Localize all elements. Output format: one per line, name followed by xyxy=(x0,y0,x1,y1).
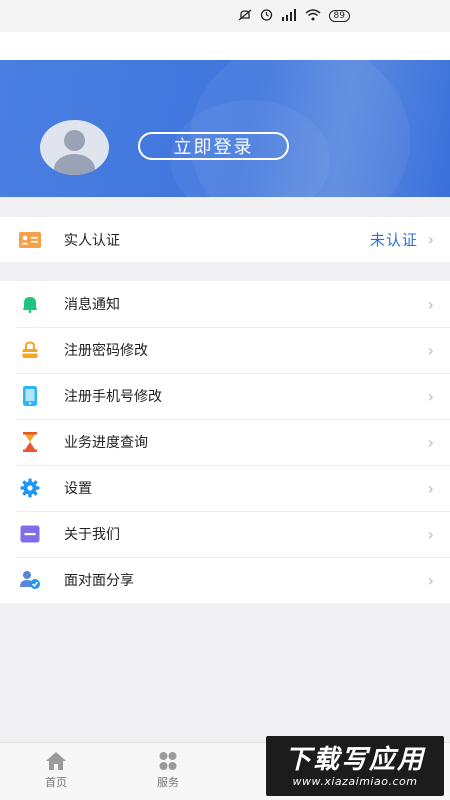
grid-icon xyxy=(156,750,180,772)
chevron-right-icon: › xyxy=(427,230,434,249)
menu-item-progress[interactable]: 业务进度查询 › xyxy=(0,419,450,465)
menu-item-settings[interactable]: 设置 › xyxy=(0,465,450,511)
tab-label: 首页 xyxy=(45,776,67,789)
avatar[interactable] xyxy=(40,120,109,175)
hourglass-icon xyxy=(18,430,42,454)
mute-icon xyxy=(238,9,252,24)
menu-item-share[interactable]: 面对面分享 › xyxy=(0,557,450,603)
watermark-text: 下载写应用 xyxy=(284,744,425,775)
chevron-right-icon: › xyxy=(427,294,434,314)
home-icon xyxy=(44,750,68,772)
avatar-head xyxy=(64,130,85,151)
chevron-right-icon: › xyxy=(427,524,434,544)
verify-label: 实人认证 xyxy=(64,232,120,249)
tab-service[interactable]: 服务 xyxy=(112,743,224,800)
menu-card: 消息通知 › 注册密码修改 › 注册手机号修改 › 业务进度查询 › 设置 › … xyxy=(0,281,450,603)
menu-item-phone[interactable]: 注册手机号修改 › xyxy=(0,373,450,419)
lock-icon xyxy=(18,338,42,362)
tab-label: 服务 xyxy=(157,776,179,789)
signal-icon xyxy=(281,8,297,24)
menu-item-label: 业务进度查询 xyxy=(64,435,148,451)
id-card-icon xyxy=(18,228,42,252)
title-bar xyxy=(0,32,450,60)
gear-icon xyxy=(18,476,42,500)
chevron-right-icon: › xyxy=(427,340,434,360)
menu-item-label: 注册手机号修改 xyxy=(64,389,162,405)
about-icon xyxy=(18,522,42,546)
watermark-url: www.xiazaimiao.com xyxy=(292,774,418,788)
alarm-icon xyxy=(260,8,273,24)
bell-icon xyxy=(18,292,42,316)
login-button[interactable]: 立即登录 xyxy=(138,132,289,160)
menu-item-label: 设置 xyxy=(64,481,92,497)
chevron-right-icon: › xyxy=(427,386,434,406)
chevron-right-icon: › xyxy=(427,478,434,498)
chevron-right-icon: › xyxy=(427,570,434,590)
profile-header: 立即登录 xyxy=(0,60,450,197)
phone-icon xyxy=(18,384,42,408)
menu-item-about[interactable]: 关于我们 › xyxy=(0,511,450,557)
status-bar: 89 xyxy=(0,0,450,32)
battery-indicator: 89 xyxy=(328,10,350,22)
verify-status: 未认证 xyxy=(369,231,418,249)
verify-row[interactable]: 实人认证 未认证 › xyxy=(0,217,450,262)
menu-item-notifications[interactable]: 消息通知 › xyxy=(0,281,450,327)
menu-item-label: 关于我们 xyxy=(64,527,120,543)
verify-card: 实人认证 未认证 › xyxy=(0,217,450,262)
chevron-right-icon: › xyxy=(427,432,434,452)
avatar-body xyxy=(54,154,95,175)
menu-item-label: 面对面分享 xyxy=(64,573,134,589)
menu-item-label: 注册密码修改 xyxy=(64,343,148,359)
share-user-icon xyxy=(18,568,42,592)
tab-home[interactable]: 首页 xyxy=(0,743,112,800)
watermark-logo: 下载写应用 www.xiazaimiao.com xyxy=(266,736,444,796)
menu-item-label: 消息通知 xyxy=(64,297,120,313)
menu-item-password[interactable]: 注册密码修改 › xyxy=(0,327,450,373)
wifi-icon xyxy=(305,8,321,24)
